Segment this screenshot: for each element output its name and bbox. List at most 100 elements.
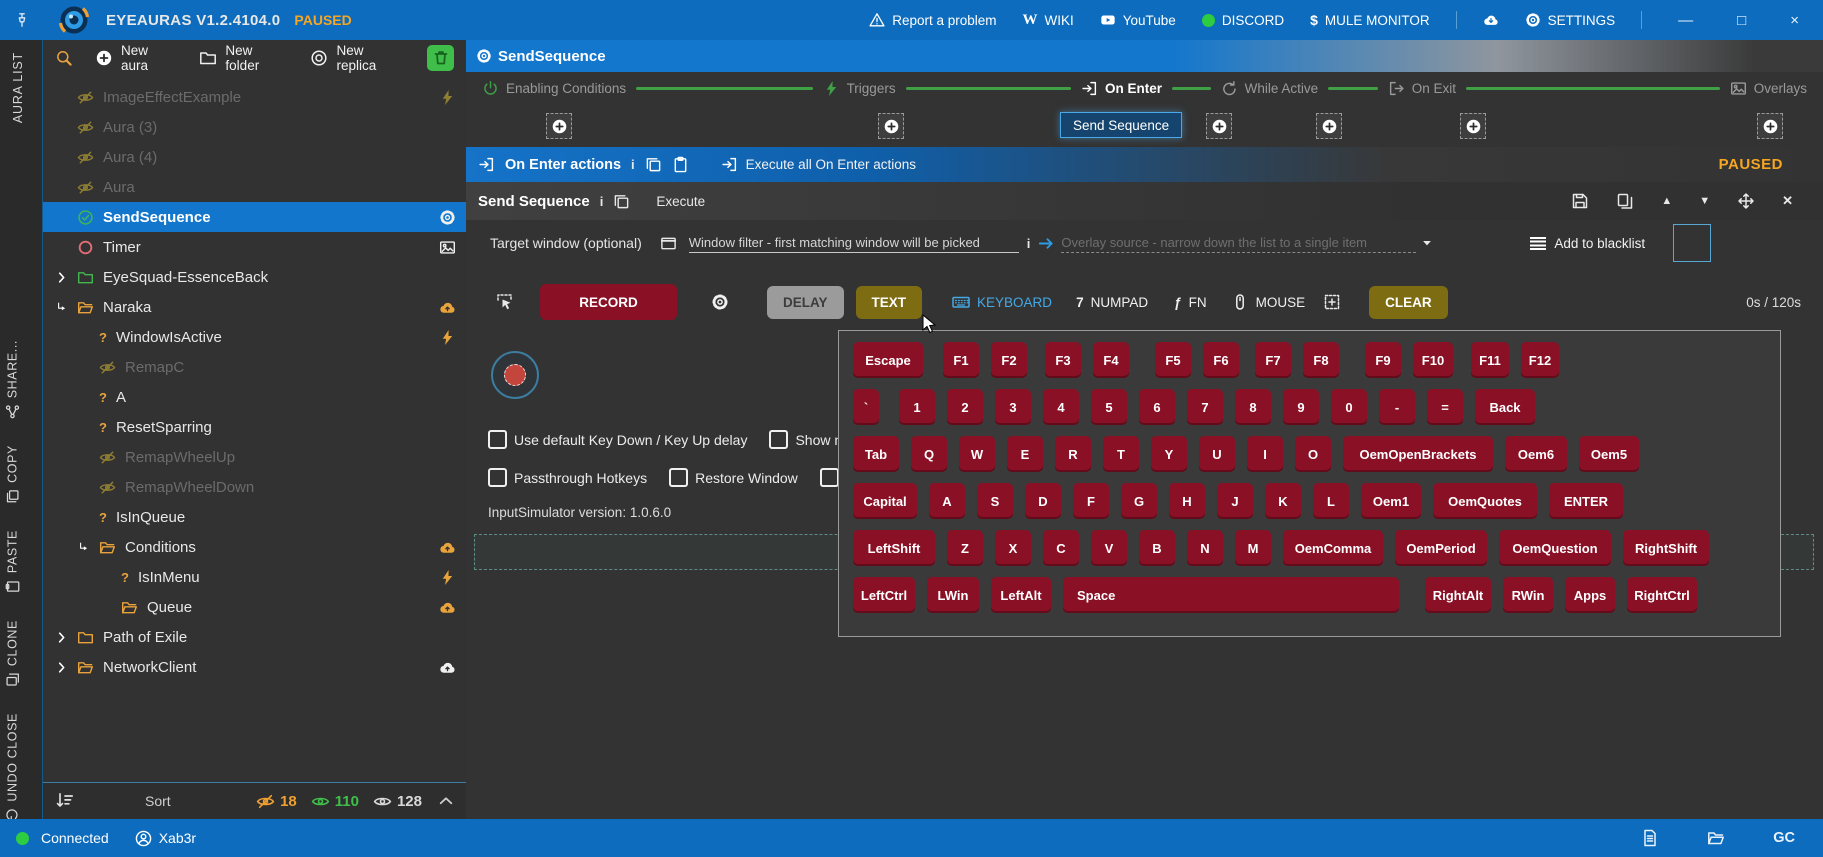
rail-copy-button[interactable]: COPY (5, 445, 20, 504)
key-q[interactable]: Q (911, 436, 947, 472)
open-folder-icon[interactable] (1707, 829, 1725, 847)
key-n[interactable]: N (1187, 530, 1223, 566)
sidebar-item-eyesquad-essenceback[interactable]: EyeSquad-EssenceBack (43, 262, 466, 292)
key-g[interactable]: G (1121, 483, 1157, 519)
key-f12[interactable]: F12 (1521, 342, 1559, 378)
key-f[interactable]: F (1073, 483, 1109, 519)
gear-icon[interactable] (711, 293, 729, 311)
sidebar-item-sendsequence[interactable]: SendSequence (43, 202, 466, 232)
sidebar-item-aura-4[interactable]: Aura (4) (43, 142, 466, 172)
log-file-icon[interactable] (1641, 829, 1659, 847)
key-o[interactable]: O (1295, 436, 1331, 472)
collapse-chevron-icon[interactable] (438, 793, 454, 809)
key-oem5[interactable]: Oem5 (1579, 436, 1639, 472)
gear-icon[interactable] (439, 209, 456, 226)
visibility-count-1[interactable]: 110 (311, 792, 359, 811)
key-lwin[interactable]: LWin (927, 577, 979, 613)
rail-share-button[interactable]: SHARE... (5, 340, 20, 419)
rail-paste-button[interactable]: PASTE (5, 530, 20, 594)
sidebar-item-imageeffectexample[interactable]: ImageEffectExample (43, 82, 466, 112)
key-h[interactable]: H (1169, 483, 1205, 519)
key-b[interactable]: B (1139, 530, 1175, 566)
add-action-button[interactable] (1460, 113, 1486, 139)
window-preview-box[interactable] (1673, 224, 1711, 262)
checkbox-restore-window[interactable] (669, 468, 688, 487)
key-oemcomma[interactable]: OemComma (1283, 530, 1383, 566)
pipeline-tab-triggers[interactable]: Triggers (823, 80, 896, 97)
delay-button[interactable]: DELAY (767, 286, 844, 319)
duplicate-icon[interactable] (1616, 192, 1634, 210)
rail-undo-close-button[interactable]: UNDO CLOSE (5, 713, 20, 823)
key-7[interactable]: 7 (1187, 389, 1223, 425)
info-icon[interactable]: i (600, 194, 604, 209)
gc-button[interactable]: GC (1773, 830, 1795, 846)
keyboard-button[interactable]: KEYBOARD (952, 293, 1052, 311)
clear-button[interactable]: CLEAR (1369, 286, 1448, 319)
frame-select-icon[interactable] (1323, 293, 1341, 311)
key-f11[interactable]: F11 (1471, 342, 1509, 378)
window-filter-input[interactable] (689, 233, 1019, 253)
sidebar-item-aura[interactable]: Aura (43, 172, 466, 202)
key-e[interactable]: E (1007, 436, 1043, 472)
key-oemquestion[interactable]: OemQuestion (1499, 530, 1611, 566)
move-down-icon[interactable]: ▼ (1699, 195, 1710, 207)
add-to-blacklist-button[interactable]: Add to blacklist (1530, 236, 1645, 251)
add-action-button[interactable] (1316, 113, 1342, 139)
key-f1[interactable]: F1 (943, 342, 979, 378)
key-[interactable]: ` (853, 389, 879, 425)
key-space[interactable]: Space (1063, 577, 1399, 613)
key-u[interactable]: U (1199, 436, 1235, 472)
key-oemquotes[interactable]: OemQuotes (1433, 483, 1537, 519)
checkbox-show-n[interactable] (769, 430, 788, 449)
sidebar-item-a[interactable]: ?A (43, 382, 466, 412)
key-4[interactable]: 4 (1043, 389, 1079, 425)
user-badge[interactable]: Xab3r (135, 830, 196, 847)
sidebar-item-timer[interactable]: Timer (43, 232, 466, 262)
visibility-count-2[interactable]: 128 (373, 792, 422, 811)
pipeline-tab-on-enter[interactable]: On Enter (1081, 80, 1162, 97)
key-enter[interactable]: ENTER (1549, 483, 1623, 519)
info-icon[interactable]: i (1027, 236, 1031, 251)
sidebar-item-windowisactive[interactable]: ?WindowIsActive (43, 322, 466, 352)
key-l[interactable]: L (1313, 483, 1349, 519)
pipeline-tab-while-active[interactable]: While Active (1221, 80, 1319, 97)
execute-button[interactable]: Execute (656, 194, 705, 209)
dropdown-caret-icon[interactable] (1420, 236, 1434, 250)
key-oem1[interactable]: Oem1 (1361, 483, 1421, 519)
paste-icon[interactable] (672, 156, 689, 173)
pin-icon[interactable] (14, 11, 30, 29)
mouse-button[interactable]: MOUSE (1231, 293, 1306, 311)
pipeline-tab-enabling-conditions[interactable]: Enabling Conditions (482, 80, 626, 97)
checkbox-r[interactable] (820, 468, 839, 487)
key-5[interactable]: 5 (1091, 389, 1127, 425)
key-w[interactable]: W (959, 436, 995, 472)
key-9[interactable]: 9 (1283, 389, 1319, 425)
key-k[interactable]: K (1265, 483, 1301, 519)
key-leftalt[interactable]: LeftAlt (991, 577, 1051, 613)
menu-mule-monitor[interactable]: $MULE MONITOR (1310, 12, 1430, 28)
key-[interactable]: = (1427, 389, 1463, 425)
copy-icon[interactable] (645, 156, 662, 173)
menu-updates[interactable] (1483, 12, 1499, 28)
key-8[interactable]: 8 (1235, 389, 1271, 425)
copy-icon[interactable] (613, 193, 630, 210)
key-[interactable]: - (1379, 389, 1415, 425)
menu-settings[interactable]: SETTINGS (1525, 12, 1616, 28)
key-back[interactable]: Back (1475, 389, 1535, 425)
minimize-button[interactable]: — (1678, 12, 1693, 29)
save-icon[interactable] (1571, 192, 1589, 210)
key-0[interactable]: 0 (1331, 389, 1367, 425)
pipeline-tab-on-exit[interactable]: On Exit (1388, 80, 1456, 97)
chevron-right-icon[interactable] (55, 661, 68, 674)
key-1[interactable]: 1 (899, 389, 935, 425)
add-action-button[interactable] (546, 113, 572, 139)
sidebar-item-queue[interactable]: Queue (43, 592, 466, 622)
key-f6[interactable]: F6 (1203, 342, 1239, 378)
window-icon[interactable] (660, 235, 677, 252)
sidebar-item-isinqueue[interactable]: ?IsInQueue (43, 502, 466, 532)
key-c[interactable]: C (1043, 530, 1079, 566)
key-oemopenbrackets[interactable]: OemOpenBrackets (1343, 436, 1493, 472)
chevron-expanded-icon[interactable] (55, 301, 68, 314)
key-z[interactable]: Z (947, 530, 983, 566)
move-up-icon[interactable]: ▲ (1661, 195, 1672, 207)
